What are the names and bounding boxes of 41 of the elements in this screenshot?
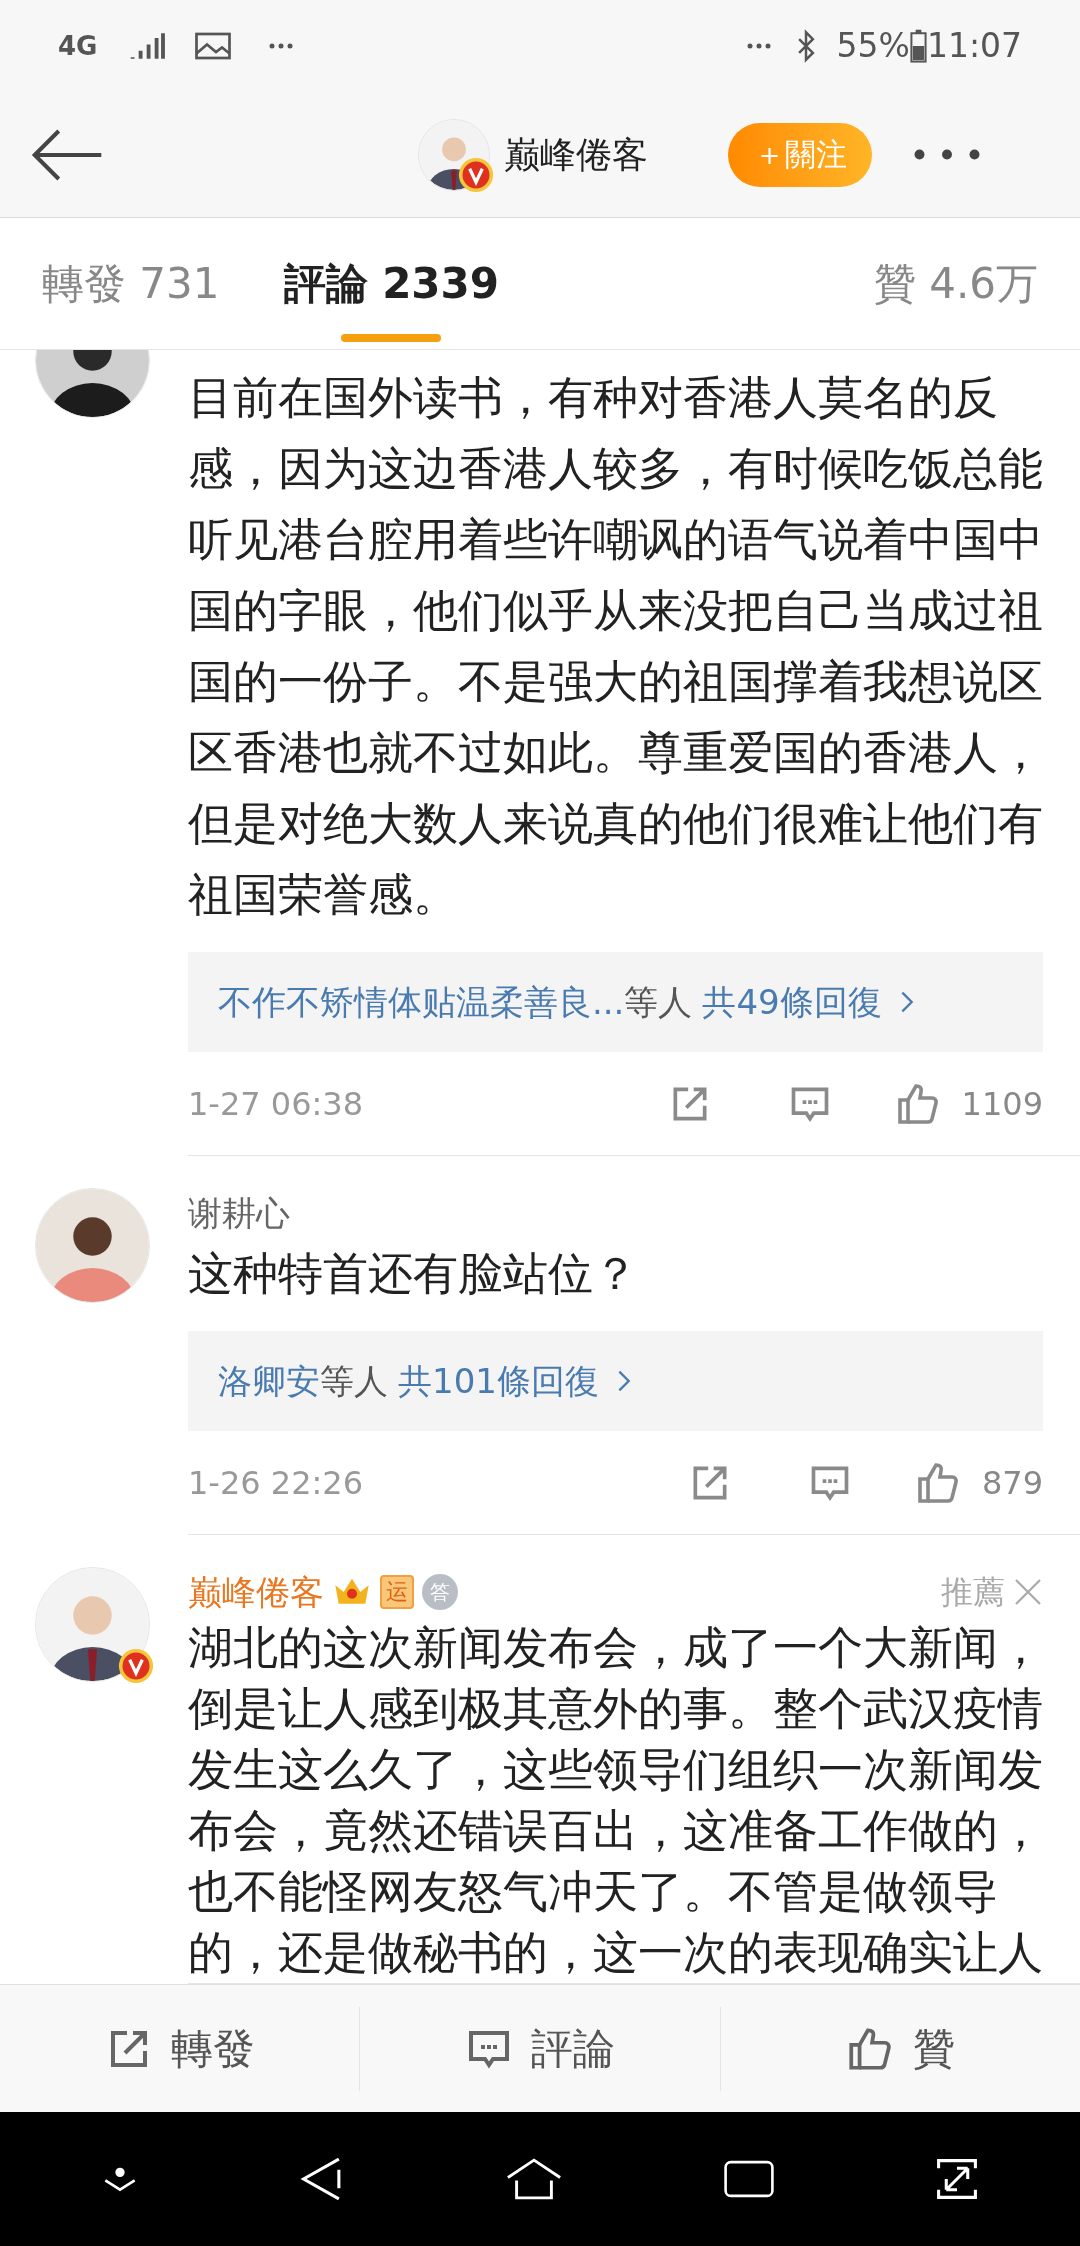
recommend-label: 推薦 (941, 1572, 1005, 1613)
follow-button[interactable]: ＋關注 (728, 122, 872, 187)
battery-icon (909, 28, 927, 64)
more-options-icon[interactable] (914, 149, 980, 160)
tab[interactable]: 轉發 731 (42, 217, 220, 350)
action-bar-button[interactable]: 贊 (720, 2006, 1080, 2091)
tab[interactable]: 評論 2339 (283, 217, 500, 350)
battery-percent: 55% (836, 25, 910, 68)
action-bar-button[interactable]: 轉發 (0, 2006, 361, 2091)
chevron-right-icon[interactable] (899, 990, 914, 1014)
home-nav-icon[interactable] (505, 2157, 563, 2201)
medal-badge: 答 (422, 1574, 458, 1610)
recent-apps-icon[interactable] (722, 2159, 775, 2199)
like-count: 1109 (961, 1083, 1043, 1125)
reply-others-label: 等人 (624, 980, 693, 1024)
reply-usernames[interactable]: 不作不矫情体贴温柔善良... (218, 976, 625, 1028)
more-status-icon (746, 43, 771, 49)
more-notifications-icon (269, 43, 294, 49)
comment-text: 这种特首还有脸站位？ (188, 1246, 639, 1302)
comment-text: 目前在国外读书，有种对香港人莫名的反感，因为这边香港人较多，有时候吃饭总能听见港台腔用着些许嘲讽的语气说着中国中国的字眼，他们似乎从来没把自己当成过祖国的一份子。不是强大的祖国撑着我想说区区香港也就不过如此。尊重爱国的香港人，但是对绝大数人来说真的他们很难让他们有祖国荣誉感。 (188, 370, 1043, 923)
comment-author[interactable]: 巅峰倦客 (188, 1566, 324, 1618)
action-bar-button[interactable]: 評論 (360, 2006, 721, 2091)
reply-count-link[interactable]: 共101條回復 (398, 1355, 599, 1407)
comment-time: 1-27 06:38 (188, 1083, 363, 1125)
reply-usernames[interactable]: 洛卿安 (218, 1355, 320, 1407)
level-badge: 运 (380, 1575, 414, 1609)
image-icon (195, 31, 232, 61)
comment-time: 1-26 22:26 (188, 1462, 363, 1504)
chevron-right-icon[interactable] (616, 1369, 631, 1393)
profile-name: 巅峰倦客 (504, 132, 648, 177)
replies-preview[interactable]: 洛卿安等人 共101條回復 (188, 1331, 1043, 1431)
reply-count-link[interactable]: 共49條回復 (702, 976, 882, 1028)
reply-others-label: 等人 (320, 1359, 388, 1403)
tab[interactable]: 贊 4.6万 (873, 217, 1038, 350)
network-type: 4G (58, 29, 98, 63)
comment-author[interactable]: 谢耕心 (188, 1187, 290, 1239)
verified-badge-icon (458, 156, 494, 193)
like-count: 879 (981, 1462, 1043, 1504)
comment-text: 湖北的这次新闻发布会，成了一个大新闻，倒是让人感到极其意外的事。整个武汉疫情发生这么久了，这些领导们组织一次新闻发布会，竟然还错误百出，这准备工作做的，也不能怪网友怒气冲天了。不管是做领导的，还是做秘书的，这一次的表现确实让人 (188, 1620, 1043, 1981)
clock: 11:07 (926, 25, 1022, 68)
replies-preview[interactable]: 不作不矫情体贴温柔善良...等人 共49條回復 (188, 952, 1043, 1052)
